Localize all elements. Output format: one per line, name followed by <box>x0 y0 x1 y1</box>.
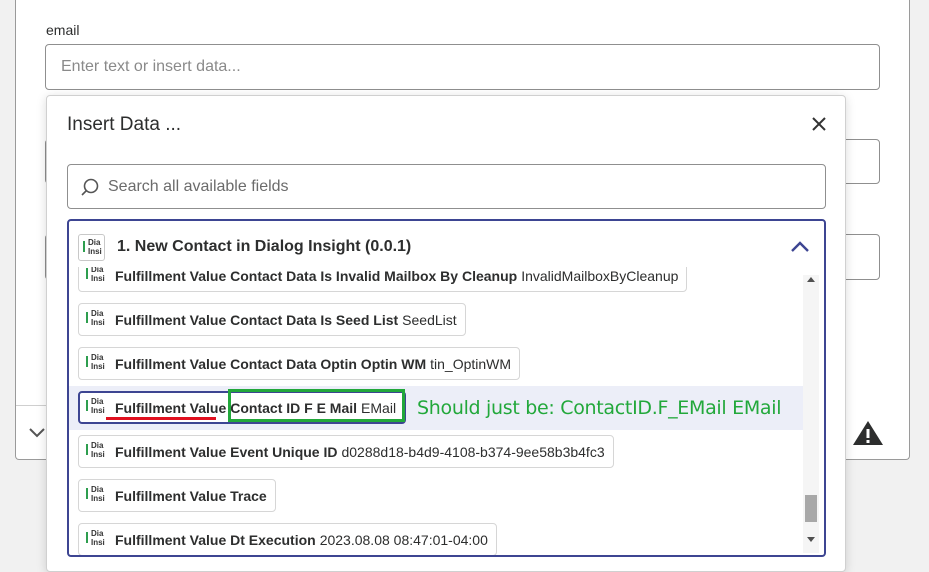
email-input[interactable] <box>45 44 880 90</box>
field-chip[interactable]: Dia Insi Fulfillment Value Contact Data O… <box>78 347 521 380</box>
warning-icon[interactable] <box>851 419 885 447</box>
search-icon <box>81 178 99 196</box>
field-value: SeedList <box>402 311 457 328</box>
list-item-selected: Dia Insi Fulfillment Value Contact ID F E… <box>69 386 803 430</box>
field-value: tin_OptinWM <box>430 355 512 372</box>
green-box-annotation <box>228 389 405 422</box>
field-chip[interactable]: Dia Insi Fulfillment Value Dt Execution 2… <box>78 523 497 555</box>
divider <box>16 405 46 406</box>
email-label: email <box>46 22 80 38</box>
app-logo-icon: Dia Insi <box>78 234 105 261</box>
field-label-prefix: Fulfillment Value <box>115 399 227 416</box>
chevron-up-icon[interactable] <box>789 237 811 257</box>
app-logo-icon: Dia Insi <box>82 306 109 333</box>
field-chip[interactable]: Dia Insi Fulfillment Value Event Unique I… <box>78 435 614 468</box>
search-input[interactable] <box>108 165 808 208</box>
app-logo-icon: Dia Insi <box>82 526 109 553</box>
list-item: Dia Insi Fulfillment Value Contact Data O… <box>69 342 803 386</box>
scrollbar[interactable] <box>803 275 819 553</box>
field-label: Fulfillment Value Dt Execution <box>115 531 316 548</box>
list-item: Dia Insi Fulfillment Value Event Unique I… <box>69 430 803 474</box>
list-item: Dia Insi Fulfillment Value Dt Execution 2… <box>69 518 803 555</box>
field-value: d0288d18-b4d9-4108-b374-9ee58b3b4fc3 <box>341 443 605 460</box>
field-label: Fulfillment Value Trace <box>115 487 267 504</box>
app-logo-icon: Dia Insi <box>82 350 109 377</box>
app-logo-icon: Dia Insi <box>82 394 109 421</box>
step-panel: Dia Insi 1. New Contact in Dialog Insigh… <box>67 219 826 557</box>
list-item: Dia Insi Fulfillment Value Contact Data I… <box>69 298 803 342</box>
close-icon[interactable] <box>807 112 831 136</box>
field-value: 2023.08.08 08:47:01-04:00 <box>319 531 488 548</box>
list-item: Dia Insi Fulfillment Value Trace <box>69 474 803 518</box>
search-box[interactable] <box>67 164 826 209</box>
app-logo-icon: Dia Insi <box>82 267 109 289</box>
step-title[interactable]: 1. New Contact in Dialog Insight (0.0.1) <box>117 238 411 256</box>
field-label: Fulfillment Value Event Unique ID <box>115 443 338 460</box>
field-list: Dia Insi Fulfillment Value Contact Data I… <box>69 267 803 555</box>
scroll-up-arrow-icon[interactable] <box>807 277 815 282</box>
list-item: Dia Insi Fulfillment Value Contact Data I… <box>69 267 803 298</box>
app-logo-icon: Dia Insi <box>82 482 109 509</box>
annotation-text: Should just be: ContactID.F_EMail EMail <box>417 397 782 419</box>
field-chip[interactable]: Dia Insi Fulfillment Value Contact Data I… <box>78 267 688 292</box>
red-underline-annotation <box>106 417 216 420</box>
chevron-down-icon[interactable] <box>28 427 46 439</box>
app-logo-icon: Dia Insi <box>82 438 109 465</box>
scroll-thumb[interactable] <box>805 495 817 522</box>
field-chip[interactable]: Dia Insi Fulfillment Value Contact Data I… <box>78 303 466 336</box>
field-chip[interactable]: Dia Insi Fulfillment Value Trace <box>78 479 276 512</box>
modal-title: Insert Data ... <box>67 114 182 135</box>
field-label: Fulfillment Value Contact Data Is Seed L… <box>115 311 399 328</box>
field-label: Fulfillment Value Contact Data Optin Opt… <box>115 355 427 372</box>
field-label: Fulfillment Value Contact Data Is Invali… <box>115 267 518 284</box>
scroll-down-arrow-icon[interactable] <box>807 537 815 542</box>
insert-data-modal: Insert Data ... Dia Insi 1. New Contact … <box>46 95 846 572</box>
field-value: InvalidMailboxByCleanup <box>521 267 679 284</box>
